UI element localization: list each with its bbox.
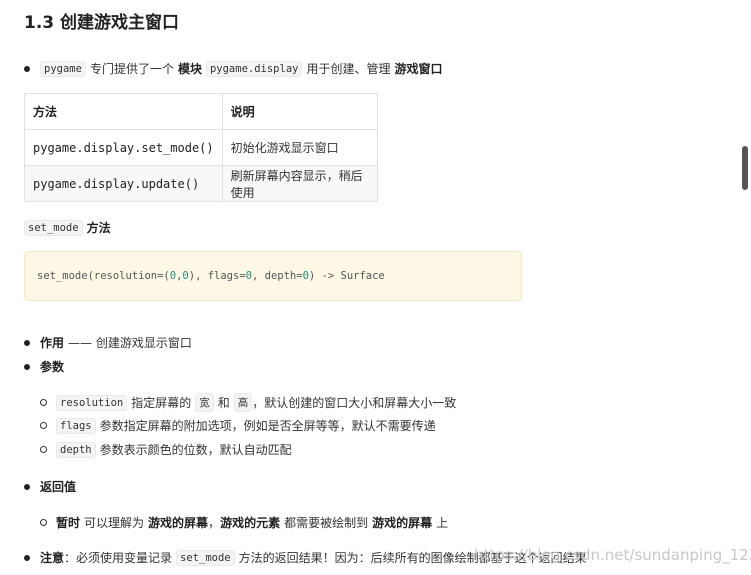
sub-bullet-ring	[40, 422, 47, 429]
param-item-depth: depth 参数表示颜色的位数，默认自动匹配	[40, 441, 292, 458]
table-cell-method: pygame.display.set_mode()	[24, 129, 223, 166]
return-bold: 返回值	[40, 480, 77, 494]
table-cell-description: 刷新屏幕内容显示，稍后使用	[221, 165, 378, 202]
purpose-bullet: 作用 —— 创建游戏显示窗口	[24, 334, 192, 351]
intro-bullet: pygame 专门提供了一个 模块 pygame.display 用于创建、管理…	[24, 60, 443, 77]
param-text: 参数指定屏幕的附加选项，例如是否全屏等等，默认不需要传递	[99, 419, 436, 433]
intro-text-1: 专门提供了一个	[89, 62, 174, 76]
intro-text-2: 用于创建、管理	[306, 62, 391, 76]
bullet-dot	[24, 483, 30, 490]
table-row: pygame.display.update() 刷新屏幕内容显示，稍后使用	[24, 165, 378, 202]
table-cell-method: pygame.display.update()	[24, 165, 223, 202]
params-bullet: 参数	[24, 358, 64, 375]
watermark: https://blog.csdn.net/sundanping_123	[474, 546, 751, 564]
return-text: 可以理解为	[84, 516, 145, 530]
return-bold-elements: 游戏的元素	[220, 516, 281, 530]
bullet-dot	[24, 363, 30, 370]
inline-code-pygame-display: pygame.display	[205, 60, 303, 77]
setmode-heading: set_mode 方法	[24, 219, 111, 236]
inline-code-flags: flags	[56, 417, 96, 434]
section-title: 1.3 创建游戏主窗口	[24, 13, 180, 33]
intro-bold-module: 模块	[177, 62, 202, 76]
setmode-heading-text: 方法	[86, 221, 111, 235]
return-bold-screen-2: 游戏的屏幕	[372, 516, 433, 530]
purpose-text: —— 创建游戏显示窗口	[68, 336, 192, 350]
return-item: 暂时 可以理解为 游戏的屏幕 ， 游戏的元素 都需要被绘制到 游戏的屏幕 上	[40, 514, 448, 531]
table-cell-description: 初始化游戏显示窗口	[221, 129, 378, 166]
bullet-dot	[24, 339, 30, 346]
bullet-dot	[24, 554, 30, 561]
code-part: set_mode(resolution=(	[37, 270, 170, 282]
inline-code-resolution: resolution	[56, 394, 128, 411]
param-text: 和	[217, 396, 230, 410]
scrollbar-thumb[interactable]	[742, 146, 748, 190]
return-text: 都需要被绘制到	[284, 516, 369, 530]
inline-code-set-mode-note: set_mode	[176, 549, 235, 566]
param-text: 指定屏幕的	[131, 396, 192, 410]
note-text: ：必须使用变量记录	[64, 551, 173, 565]
inline-code-width: 宽	[195, 393, 214, 412]
inline-code-set-mode: set_mode	[24, 219, 83, 236]
methods-table: 方法 说明 pygame.display.set_mode() 初始化游戏显示窗…	[24, 93, 378, 202]
param-item-resolution: resolution 指定屏幕的 宽 和 高 ，默认创建的窗口大小和屏幕大小一致	[40, 393, 456, 412]
return-bullet: 返回值	[24, 478, 76, 495]
code-part: ), flags=	[188, 270, 246, 282]
intro-bold-window: 游戏窗口	[394, 62, 443, 76]
vertical-scrollbar[interactable]	[739, 0, 751, 575]
param-text: 参数表示颜色的位数，默认自动匹配	[99, 443, 292, 457]
return-text: 上	[436, 516, 449, 530]
param-item-flags: flags 参数指定屏幕的附加选项，例如是否全屏等等，默认不需要传递	[40, 417, 436, 434]
table-header-method: 方法	[24, 93, 223, 130]
table-header-description: 说明	[221, 93, 378, 130]
sub-bullet-ring	[40, 519, 47, 526]
return-bold-screen: 游戏的屏幕	[148, 516, 209, 530]
params-bold: 参数	[40, 360, 65, 374]
code-part: ) -> Surface	[308, 270, 385, 282]
sub-bullet-ring	[40, 446, 47, 453]
param-text: ，默认创建的窗口大小和屏幕大小一致	[252, 396, 457, 410]
inline-code-depth: depth	[56, 441, 96, 458]
inline-code-height: 高	[233, 393, 253, 412]
inline-code-pygame: pygame	[40, 60, 86, 77]
sub-bullet-ring	[40, 399, 47, 406]
code-part: , depth=	[251, 270, 303, 282]
table-row: pygame.display.set_mode() 初始化游戏显示窗口	[24, 129, 378, 166]
table-header-row: 方法 说明	[24, 93, 378, 130]
purpose-bold: 作用	[40, 336, 65, 350]
return-text: ，	[208, 516, 221, 530]
return-bold-temp: 暂时	[56, 516, 81, 530]
code-block: set_mode(resolution=(0, 0), flags= 0, dept…	[24, 251, 522, 301]
note-bold: 注意	[40, 551, 65, 565]
bullet-dot	[24, 65, 30, 72]
